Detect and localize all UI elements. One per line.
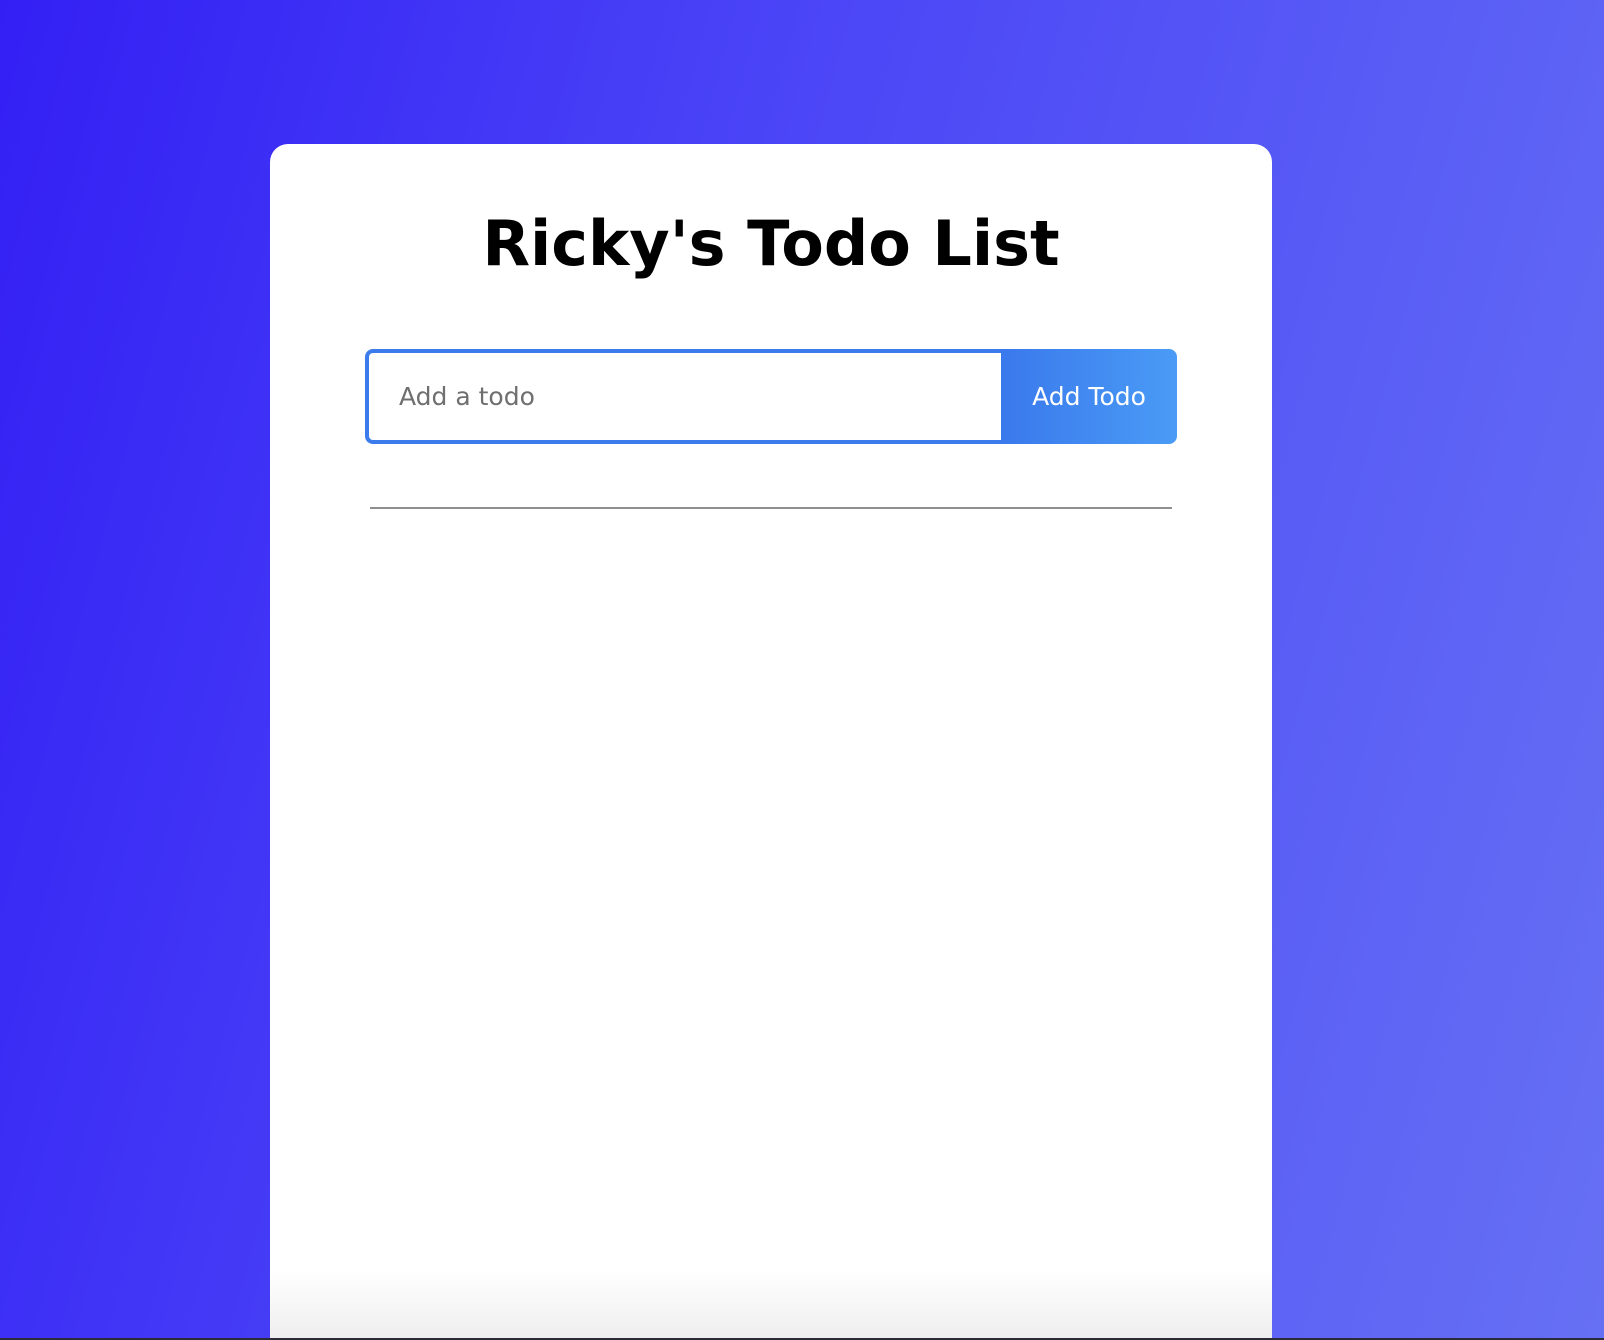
add-todo-form: Add Todo xyxy=(365,349,1177,444)
add-todo-button[interactable]: Add Todo xyxy=(1001,349,1177,444)
list-divider xyxy=(370,507,1172,509)
todo-card: Ricky's Todo List Add Todo xyxy=(270,144,1272,1340)
card-bottom-fade xyxy=(270,1270,1272,1340)
page-title: Ricky's Todo List xyxy=(482,207,1060,280)
todo-input[interactable] xyxy=(365,349,1001,444)
